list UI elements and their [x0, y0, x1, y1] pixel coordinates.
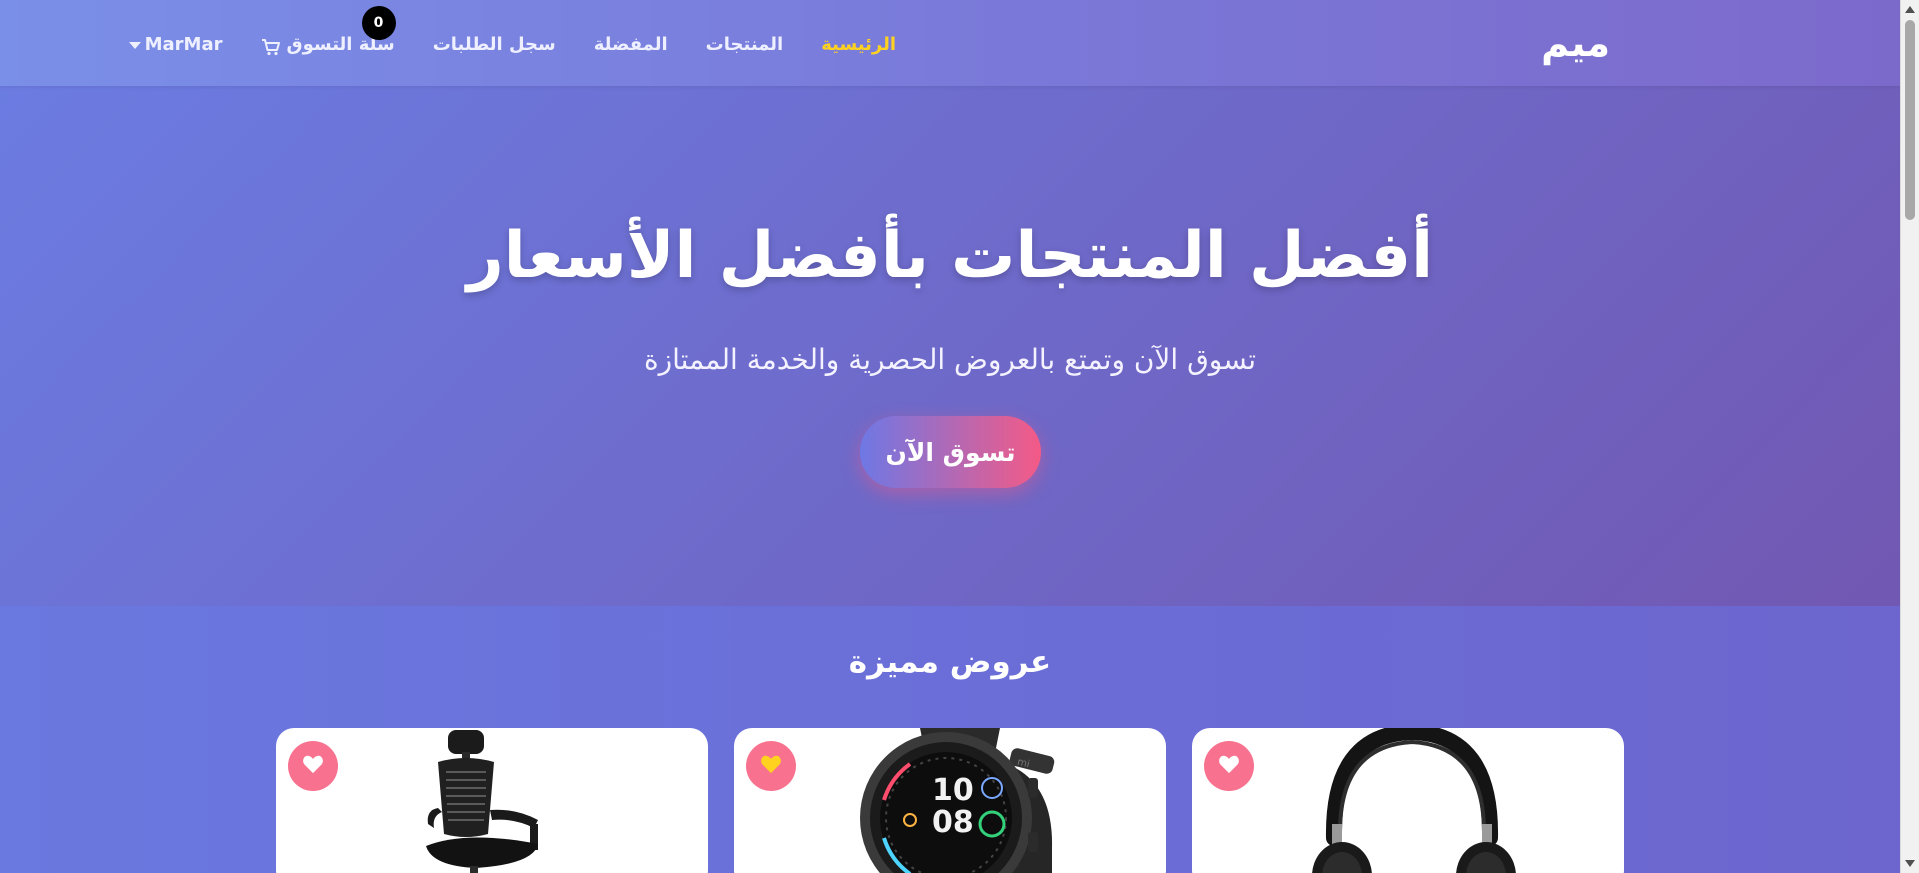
- favorite-button[interactable]: [746, 741, 796, 791]
- cart-count-badge: 0: [361, 6, 396, 40]
- chevron-down-icon: [128, 41, 141, 49]
- brand-logo[interactable]: ميم: [1541, 18, 1610, 68]
- scroll-thumb[interactable]: [1905, 20, 1915, 220]
- featured-offers-section: عروض مميزة mi 10 08: [0, 606, 1900, 873]
- user-menu[interactable]: MarMar: [128, 30, 223, 60]
- main-nav: الرئيسية المنتجات المفضلة سجل الطلبات سل…: [91, 6, 896, 60]
- scroll-up-arrow-icon[interactable]: [1905, 6, 1915, 13]
- heart-icon: [1218, 754, 1240, 778]
- nav-link-products[interactable]: المنتجات: [706, 30, 784, 60]
- favorite-button[interactable]: [1204, 741, 1254, 791]
- scrollbar[interactable]: [1900, 0, 1919, 873]
- hero-subtitle: تسوق الآن وتمتع بالعروض الحصرية والخدمة …: [643, 343, 1257, 376]
- scroll-down-arrow-icon[interactable]: [1905, 860, 1915, 867]
- heart-icon: [760, 754, 782, 778]
- svg-text:mi: mi: [1016, 757, 1031, 771]
- nav-link-cart[interactable]: سلة التسوق 0: [261, 6, 396, 60]
- shop-now-button[interactable]: تسوق الآن: [860, 416, 1041, 488]
- nav-link-home[interactable]: الرئيسية: [821, 30, 896, 60]
- nav-link-favorites[interactable]: المفضلة: [594, 30, 668, 60]
- headphones-image: [1312, 728, 1516, 873]
- hero-title: أفضل المنتجات بأفضل الأسعار: [466, 219, 1434, 293]
- heart-icon: [302, 754, 324, 778]
- favorite-button[interactable]: [288, 741, 338, 791]
- office-chair-image: [426, 730, 538, 873]
- product-card-watch[interactable]: mi 10 08: [734, 728, 1166, 873]
- hero-section: أفضل المنتجات بأفضل الأسعار تسوق الآن وت…: [0, 86, 1900, 606]
- user-name: MarMar: [144, 34, 223, 55]
- smartwatch-image: mi 10 08: [860, 728, 1055, 873]
- product-card-chair[interactable]: [276, 728, 708, 873]
- nav-link-orders[interactable]: سجل الطلبات: [433, 30, 556, 60]
- product-card-headphones[interactable]: [1192, 728, 1624, 873]
- svg-text:08: 08: [932, 805, 974, 840]
- svg-text:10: 10: [932, 773, 974, 808]
- cart-icon: [261, 36, 281, 56]
- page: ميم الرئيسية المنتجات المفضلة سجل الطلبا…: [0, 0, 1900, 873]
- navbar: ميم الرئيسية المنتجات المفضلة سجل الطلبا…: [0, 0, 1900, 86]
- section-title: عروض مميزة: [848, 644, 1052, 680]
